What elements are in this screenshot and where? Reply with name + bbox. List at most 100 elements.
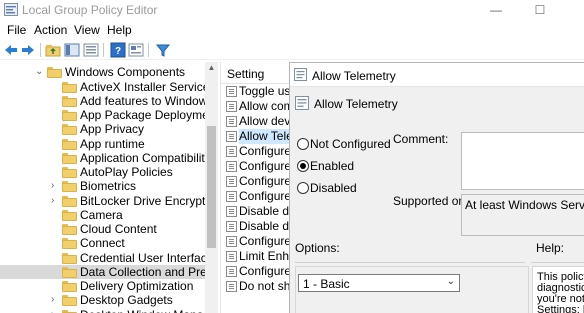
policy-setting-icon (226, 206, 237, 217)
policy-setting-icon (226, 86, 237, 97)
radio-label-not-configured[interactable]: Not Configured (310, 137, 391, 151)
tree-item[interactable]: Credential User Interface (0, 251, 213, 265)
folder-icon (62, 237, 77, 250)
menu-bar: File Action View Help (0, 21, 584, 39)
radio-enabled[interactable] (297, 160, 309, 172)
forward-arrow-icon[interactable] (20, 42, 36, 58)
menu-action[interactable]: Action (34, 23, 67, 37)
folder-icon (62, 209, 77, 221)
policy-setting-icon (226, 251, 237, 262)
tree-item[interactable]: › Desktop Window Manager (0, 308, 218, 313)
setting-row[interactable]: Toggle user (226, 84, 290, 99)
setting-row[interactable]: Allow Telem (226, 129, 290, 144)
policy-setting-icon (226, 146, 237, 157)
tree-item[interactable]: App Privacy (0, 122, 205, 136)
tree-item[interactable]: Data Collection and Preview Builds (0, 264, 218, 279)
policy-setting-icon (226, 191, 237, 202)
scroll-up-icon[interactable]: ▲ (205, 62, 218, 74)
setting-label: Disable dele (239, 204, 290, 218)
folder-icon (62, 294, 77, 307)
toolbar-separator (40, 43, 41, 57)
tree-item[interactable]: Application Compatibility (0, 151, 211, 165)
setting-row[interactable]: Disable dele (226, 204, 290, 219)
group-policy-app-icon (4, 3, 18, 16)
menu-view[interactable]: View (74, 23, 100, 37)
folder-icon (62, 152, 77, 164)
tree-item-label: Add features to Windows 10 (80, 93, 218, 108)
tree-item[interactable]: AutoPlay Policies (0, 165, 205, 179)
minimize-button[interactable]: — (476, 0, 516, 20)
setting-row[interactable]: Configure t (226, 144, 290, 159)
divider (295, 262, 525, 263)
tree-item[interactable]: Camera (0, 208, 205, 222)
folder-icon (62, 266, 77, 278)
chevron-right-icon[interactable]: › (51, 294, 61, 306)
tree-item[interactable]: Cloud Content (0, 222, 205, 236)
tree-item-label: Data Collection and Preview Builds (80, 264, 218, 279)
tree-item[interactable]: › Biometrics (0, 179, 205, 193)
setting-row[interactable]: Configure t (226, 189, 290, 204)
tree-item-label: App runtime (80, 136, 145, 151)
tree-item[interactable]: › BitLocker Drive Encryption (0, 194, 218, 208)
setting-row[interactable]: Limit Enhan (226, 249, 290, 264)
tree-item-label: Application Compatibility (80, 150, 211, 165)
help-icon[interactable]: ? (110, 42, 126, 58)
maximize-button[interactable]: ☐ (520, 0, 560, 20)
setting-label: Toggle user (239, 84, 290, 98)
tree-item-label: Cloud Content (80, 222, 157, 236)
tree-item[interactable]: App Package Deployment (0, 108, 218, 122)
tree-scrollbar[interactable]: ▲ (205, 62, 218, 313)
tree-item[interactable]: Add features to Windows 10 (0, 94, 218, 108)
setting-row[interactable]: Configure c (226, 159, 290, 174)
setting-label: Allow comm (239, 99, 290, 113)
setting-column-header[interactable]: Setting (221, 64, 290, 84)
list-view-icon[interactable] (83, 42, 99, 58)
tree-item-windows-components[interactable]: ⌄ Windows Components (0, 65, 205, 79)
chevron-right-icon[interactable]: › (51, 309, 61, 313)
radio-disabled[interactable] (297, 182, 309, 194)
tree-item-label: Connect (80, 236, 125, 251)
folder-icon (62, 280, 77, 292)
policy-setting-icon (226, 221, 237, 232)
help-label: Help: (536, 241, 565, 255)
tree-item-label: Biometrics (80, 179, 137, 194)
setting-row[interactable]: Configure A (226, 234, 290, 249)
radio-label-disabled[interactable]: Disabled (310, 181, 357, 195)
setting-row[interactable]: Allow comm (226, 99, 290, 114)
scrollbar-thumb[interactable] (207, 126, 216, 248)
folder-icon (62, 195, 77, 207)
tree-item[interactable]: Delivery Optimization (0, 279, 205, 293)
setting-label: Configure c (239, 159, 290, 173)
show-hide-tree-icon[interactable] (64, 42, 80, 58)
comment-textarea[interactable] (461, 132, 584, 190)
setting-row[interactable]: Configure C (226, 264, 290, 279)
setting-row[interactable]: Disable diag (226, 219, 290, 234)
setting-row[interactable]: Allow devic (226, 114, 290, 129)
dropdown-value: 1 - Basic (303, 277, 350, 291)
telemetry-level-dropdown[interactable]: 1 - Basic ⌄ (298, 274, 460, 292)
setting-row[interactable]: Do not show (226, 279, 290, 294)
chevron-down-icon: ⌄ (446, 276, 455, 287)
radio-label-enabled[interactable]: Enabled (310, 159, 354, 173)
back-arrow-icon[interactable] (3, 42, 19, 58)
up-folder-icon[interactable] (45, 42, 61, 58)
policy-dialog: Allow Telemetry Allow Telemetry Not Conf… (289, 62, 584, 313)
chevron-right-icon[interactable]: › (51, 195, 61, 207)
menu-file[interactable]: File (7, 23, 26, 37)
chevron-right-icon[interactable]: › (51, 180, 61, 192)
policy-setting-icon (226, 116, 237, 127)
filter-icon[interactable] (155, 42, 171, 58)
menu-help[interactable]: Help (107, 23, 132, 37)
tree-item[interactable]: App runtime (0, 137, 205, 151)
folder-icon (62, 252, 77, 264)
supported-on-label: Supported on: (393, 194, 469, 208)
svg-text:?: ? (115, 46, 121, 57)
radio-not-configured[interactable] (297, 138, 309, 150)
tree-item[interactable]: ActiveX Installer Service (0, 80, 209, 94)
setting-row[interactable]: Configure C (226, 174, 290, 189)
tree-item[interactable]: › Desktop Gadgets (0, 293, 205, 307)
properties-icon[interactable] (128, 42, 144, 58)
chevron-down-icon[interactable]: ⌄ (35, 66, 45, 78)
tree-item-label: Camera (80, 207, 123, 222)
tree-item[interactable]: Connect (0, 236, 205, 250)
